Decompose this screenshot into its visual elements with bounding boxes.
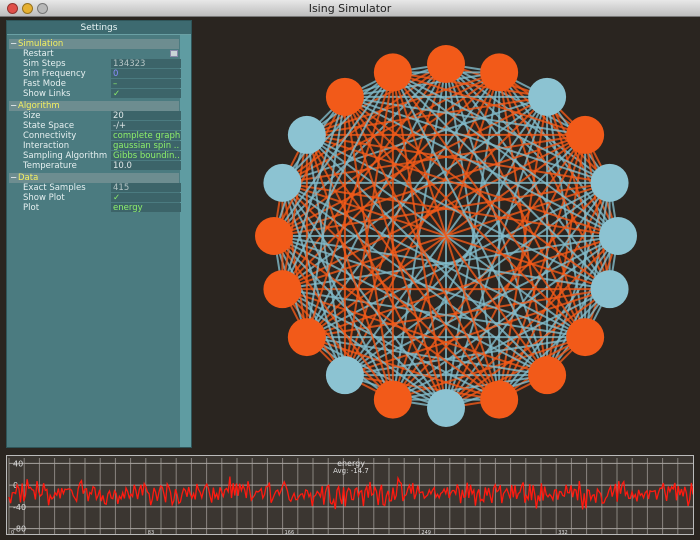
show-plot-field[interactable]: ✓ xyxy=(111,193,181,202)
setting-label: Sim Steps xyxy=(23,59,66,69)
plot-field[interactable]: energy xyxy=(111,203,181,212)
setting-label: Interaction xyxy=(23,141,70,151)
spin-node[interactable] xyxy=(287,318,326,357)
setting-size: Size 20 xyxy=(9,111,181,121)
x-tick-label: 332 xyxy=(558,530,568,535)
spin-node[interactable] xyxy=(263,163,302,202)
close-button[interactable] xyxy=(7,3,18,14)
setting-label: Sampling Algorithm xyxy=(23,151,108,161)
setting-exact-samples: Exact Samples 415 xyxy=(9,183,181,193)
sim-frequency-field[interactable]: 0 xyxy=(111,69,181,78)
setting-label: Temperature xyxy=(23,161,77,171)
settings-title: Settings xyxy=(7,21,191,35)
setting-restart: Restart xyxy=(9,49,179,59)
spin-node[interactable] xyxy=(427,389,465,427)
setting-temperature: Temperature 10.0 xyxy=(9,161,181,171)
spin-node[interactable] xyxy=(599,217,637,255)
section-algorithm[interactable]: − Algorithm xyxy=(9,101,179,111)
setting-label: Size xyxy=(23,111,41,121)
spin-node[interactable] xyxy=(528,356,567,395)
spin-node[interactable] xyxy=(373,380,412,419)
collapse-icon[interactable]: − xyxy=(10,101,17,111)
sim-steps-field[interactable]: 134323 xyxy=(111,59,181,68)
x-tick-label: 83 xyxy=(148,530,154,535)
connectivity-field[interactable]: complete graph xyxy=(111,131,181,140)
spin-node[interactable] xyxy=(287,115,326,154)
setting-label: State Space xyxy=(23,121,75,131)
section-label: Algorithm xyxy=(18,101,60,111)
setting-show-plot: Show Plot ✓ xyxy=(9,193,181,203)
spin-node[interactable] xyxy=(373,53,412,92)
setting-plot: Plot energy xyxy=(9,203,181,213)
temperature-field[interactable]: 10.0 xyxy=(111,161,181,170)
plot-average: Avg: -14.7 xyxy=(333,467,369,475)
zoom-button[interactable] xyxy=(37,3,48,14)
collapse-icon[interactable]: − xyxy=(10,173,17,183)
setting-label: Restart xyxy=(23,49,54,59)
setting-label: Fast Mode xyxy=(23,79,66,89)
restart-button[interactable] xyxy=(170,50,178,57)
fast-mode-field[interactable]: – xyxy=(111,79,181,88)
energy-series-line xyxy=(8,475,693,510)
spin-node[interactable] xyxy=(590,270,629,309)
settings-scrollbar[interactable] xyxy=(180,35,191,447)
size-field[interactable]: 20 xyxy=(111,111,181,120)
settings-panel: Settings − Simulation Restart Sim Steps 1343… xyxy=(6,20,192,448)
setting-connectivity: Connectivity complete graph xyxy=(9,131,181,141)
setting-label: Exact Samples xyxy=(23,183,86,193)
minimize-button[interactable] xyxy=(22,3,33,14)
state-space-field[interactable]: -/+ xyxy=(111,121,181,130)
setting-label: Connectivity xyxy=(23,131,77,141)
x-tick-label: 166 xyxy=(285,530,295,535)
spin-node[interactable] xyxy=(263,270,302,309)
x-tick-label: 0 xyxy=(11,530,14,535)
spin-node[interactable] xyxy=(566,318,605,357)
spin-node[interactable] xyxy=(590,163,629,202)
setting-sim-frequency: Sim Frequency 0 xyxy=(9,69,181,79)
setting-fast-mode: Fast Mode – xyxy=(9,79,181,89)
y-tick-label: 40 xyxy=(13,459,23,468)
spin-node[interactable] xyxy=(255,217,293,255)
spin-node[interactable] xyxy=(427,45,465,83)
spin-node[interactable] xyxy=(566,115,605,154)
setting-label: Show Plot xyxy=(23,193,65,203)
section-simulation[interactable]: − Simulation xyxy=(9,39,179,49)
spin-node[interactable] xyxy=(480,53,519,92)
setting-sampling-algorithm: Sampling Algorithm Gibbs boundin.. xyxy=(9,151,181,161)
spin-graph xyxy=(255,45,637,427)
section-label: Simulation xyxy=(18,39,64,49)
setting-label: Sim Frequency xyxy=(23,69,86,79)
show-links-field[interactable]: ✓ xyxy=(111,89,181,98)
section-data[interactable]: − Data xyxy=(9,173,179,183)
energy-plot: 400-40-800 83 166 249 332energyAvg: -14.7 xyxy=(6,455,694,535)
interaction-field[interactable]: gaussian spin .. xyxy=(111,141,181,150)
title-bar: Ising Simulator xyxy=(0,0,700,17)
collapse-icon[interactable]: − xyxy=(10,39,17,49)
setting-label: Show Links xyxy=(23,89,71,99)
spin-node[interactable] xyxy=(325,77,364,116)
x-tick-label: 249 xyxy=(421,530,431,535)
spin-node[interactable] xyxy=(528,77,567,116)
y-tick-label: -80 xyxy=(13,525,26,534)
setting-sim-steps: Sim Steps 134323 xyxy=(9,59,181,69)
y-tick-label: -40 xyxy=(13,503,26,512)
setting-interaction: Interaction gaussian spin .. xyxy=(9,141,181,151)
setting-label: Plot xyxy=(23,203,40,213)
section-label: Data xyxy=(18,173,39,183)
window-title: Ising Simulator xyxy=(308,2,392,15)
exact-samples-field[interactable]: 415 xyxy=(111,183,181,192)
sampling-algorithm-field[interactable]: Gibbs boundin.. xyxy=(111,151,181,160)
spin-node[interactable] xyxy=(480,380,519,419)
setting-show-links: Show Links ✓ xyxy=(9,89,181,99)
setting-state-space: State Space -/+ xyxy=(9,121,181,131)
spin-node[interactable] xyxy=(325,356,364,395)
